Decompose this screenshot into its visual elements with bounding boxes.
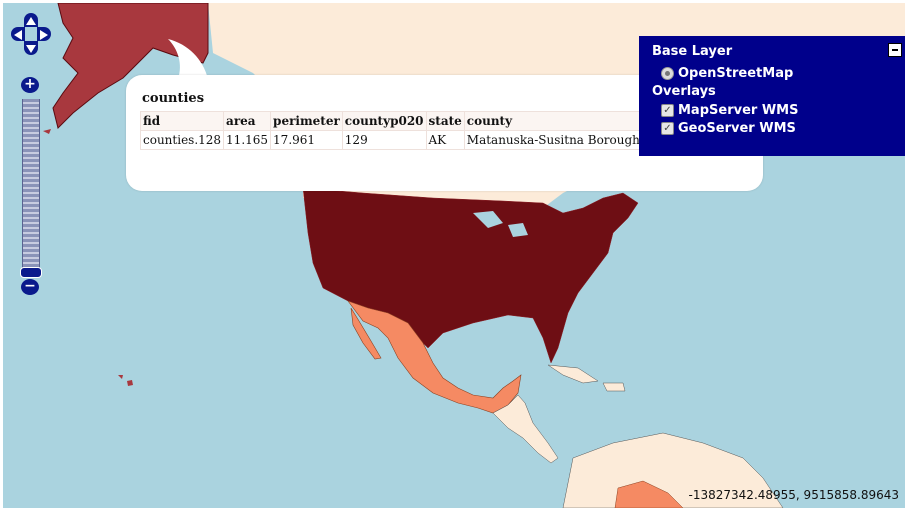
overlay-mapserver-wms[interactable]: ✓ MapServer WMS (661, 103, 798, 118)
mouse-position-readout: -13827342.48955, 9515858.89643 (688, 488, 899, 502)
radio-selected-icon[interactable] (661, 67, 674, 80)
arrow-left-icon (14, 30, 22, 40)
map-viewport[interactable]: + − counties fid area perimeter countyp0… (3, 3, 905, 508)
base-layer-openstreetmap[interactable]: OpenStreetMap (661, 66, 793, 81)
layer-switcher: Base Layer OpenStreetMap Overlays ✓ MapS… (639, 36, 905, 156)
overlays-header: Overlays (652, 84, 716, 99)
pan-south-button[interactable] (24, 41, 38, 55)
pan-zoom-bar: + − (11, 13, 51, 303)
table-cell: 11.165 (223, 130, 272, 150)
popup-title: counties (142, 91, 205, 106)
overlay-label: GeoServer WMS (678, 121, 796, 136)
column-header: county (463, 111, 643, 131)
pan-north-button[interactable] (24, 13, 38, 27)
base-layer-label: OpenStreetMap (678, 66, 794, 81)
arrow-up-icon (26, 17, 36, 25)
overlay-geoserver-wms[interactable]: ✓ GeoServer WMS (661, 121, 796, 136)
zoom-slider-handle[interactable] (20, 267, 42, 278)
zoom-out-button[interactable]: − (21, 279, 39, 295)
pan-west-button[interactable] (11, 27, 25, 41)
zoom-track[interactable] (22, 99, 40, 275)
arrow-down-icon (26, 45, 36, 53)
hispaniola-island (602, 382, 626, 392)
column-header: state (425, 111, 465, 131)
table-cell: Matanuska-Susitna Borough (463, 130, 643, 150)
hawaii-islands (118, 375, 133, 386)
overlay-label: MapServer WMS (678, 103, 799, 118)
cuba-island (547, 364, 599, 384)
column-header: fid (139, 111, 225, 131)
checkbox-checked-icon[interactable]: ✓ (661, 122, 674, 135)
arrow-right-icon (40, 30, 48, 40)
pan-east-button[interactable] (37, 27, 51, 41)
column-header: perimeter (270, 111, 343, 131)
table-cell: 17.961 (270, 130, 343, 150)
zoom-in-button[interactable]: + (21, 77, 39, 93)
table-cell: AK (425, 130, 465, 150)
table-cell: 129 (341, 130, 427, 150)
checkbox-checked-icon[interactable]: ✓ (661, 104, 674, 117)
minimize-button[interactable] (888, 43, 902, 57)
column-header: countyp020 (341, 111, 427, 131)
base-layer-header: Base Layer (652, 44, 733, 59)
usa-counties (302, 187, 639, 364)
column-header: area (223, 111, 272, 131)
table-cell: counties.128 (139, 130, 225, 150)
popup-tail (168, 39, 208, 79)
